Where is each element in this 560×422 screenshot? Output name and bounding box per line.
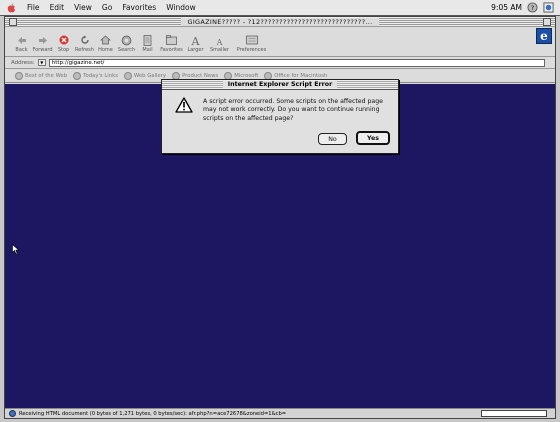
- mail-label: Mail: [142, 47, 153, 53]
- window-titlebar[interactable]: GIGAZINE????? - ?12?????????????????????…: [5, 17, 555, 27]
- address-input[interactable]: http://gigazine.net/: [48, 58, 545, 67]
- refresh-button[interactable]: Refresh: [74, 34, 95, 53]
- dialog-title: Internet Explorer Script Error: [222, 81, 338, 88]
- home-icon: [100, 34, 112, 46]
- progress-bar: [481, 410, 547, 417]
- smaller-text-icon: A: [214, 34, 226, 46]
- fav-best-of-the-web[interactable]: Best of the Web: [15, 71, 68, 80]
- home-button[interactable]: Home: [95, 34, 116, 53]
- svg-text:A: A: [216, 38, 223, 46]
- favorites-label: Favorites: [160, 47, 183, 53]
- window-title: GIGAZINE????? - ?12?????????????????????…: [181, 18, 379, 26]
- back-button[interactable]: Back: [11, 34, 32, 53]
- yes-button[interactable]: Yes: [356, 131, 390, 145]
- svg-text:?: ?: [531, 4, 534, 12]
- svg-text:A: A: [191, 35, 201, 46]
- fav-web-gallery[interactable]: Web Gallery: [123, 71, 167, 80]
- ie-logo-icon[interactable]: e: [536, 28, 552, 44]
- favorites-icon: [166, 34, 178, 46]
- larger-label: Larger: [187, 47, 204, 53]
- preferences-icon: [245, 34, 258, 46]
- smaller-label: Smaller: [209, 47, 230, 53]
- globe-icon: [123, 71, 132, 80]
- smaller-button[interactable]: A Smaller: [206, 34, 233, 54]
- dialog-titlebar[interactable]: Internet Explorer Script Error: [162, 80, 398, 90]
- fav-label: Microsoft: [234, 72, 259, 79]
- mouse-pointer-icon: [12, 244, 20, 255]
- fav-label: Today's Links: [83, 72, 118, 79]
- mail-button[interactable]: Mail: [137, 34, 158, 53]
- favorites-button[interactable]: Favorites: [158, 34, 185, 53]
- browser-window: GIGAZINE????? - ?12?????????????????????…: [4, 16, 556, 419]
- menu-favorites[interactable]: Favorites: [117, 3, 161, 12]
- search-button[interactable]: Search: [116, 34, 137, 53]
- mail-icon: [142, 34, 154, 46]
- dialog-message: A script error occurred. Some scripts on…: [203, 98, 383, 122]
- toolbar: Back Forward Stop Refresh Home Search Ma…: [5, 27, 555, 57]
- fav-label: Product News: [182, 72, 219, 79]
- search-icon: [121, 34, 133, 46]
- address-bar: Address: ▼ http://gigazine.net/: [5, 57, 555, 69]
- fav-label: Web Gallery: [133, 72, 167, 79]
- back-label: Back: [15, 47, 28, 53]
- address-label: Address:: [11, 59, 35, 66]
- stop-button[interactable]: Stop: [53, 34, 74, 53]
- refresh-icon: [79, 34, 91, 46]
- globe-icon: [9, 410, 16, 417]
- close-box[interactable]: [9, 18, 17, 26]
- globe-icon: [73, 71, 82, 80]
- no-button[interactable]: No: [318, 133, 347, 145]
- globe-icon: [15, 71, 23, 80]
- larger-button[interactable]: A Larger: [185, 34, 206, 54]
- search-label: Search: [117, 47, 136, 53]
- application-menu-icon[interactable]: [543, 2, 554, 13]
- stop-icon: [58, 34, 70, 46]
- menu-file[interactable]: File: [22, 3, 45, 12]
- forward-arrow-icon: [37, 34, 49, 46]
- status-bar: Receiving HTML document (0 bytes of 1,27…: [5, 408, 555, 418]
- stop-label: Stop: [57, 47, 70, 53]
- menu-edit[interactable]: Edit: [45, 3, 70, 12]
- forward-button[interactable]: Forward: [32, 34, 53, 53]
- fav-label: Office for Macintosh: [274, 72, 328, 79]
- forward-label: Forward: [32, 47, 53, 53]
- fav-todays-links[interactable]: Today's Links: [73, 71, 118, 80]
- preferences-label: Preferences: [236, 47, 267, 53]
- help-icon[interactable]: ?: [527, 2, 538, 13]
- home-label: Home: [98, 47, 113, 53]
- zoom-box[interactable]: [543, 18, 551, 26]
- preferences-button[interactable]: Preferences: [233, 34, 270, 53]
- address-dropdown-icon[interactable]: ▼: [37, 59, 46, 66]
- menu-view[interactable]: View: [69, 3, 97, 12]
- menu-go[interactable]: Go: [97, 3, 117, 12]
- script-error-dialog: Internet Explorer Script Error A script …: [161, 79, 399, 154]
- warning-icon: [175, 97, 193, 113]
- menu-window[interactable]: Window: [161, 3, 201, 12]
- larger-text-icon: A: [190, 34, 202, 46]
- fav-label: Best of the Web: [25, 72, 68, 79]
- status-text: Receiving HTML document (0 bytes of 1,27…: [19, 410, 287, 417]
- refresh-label: Refresh: [75, 47, 94, 53]
- apple-menu-icon[interactable]: [0, 3, 22, 13]
- menu-bar: File Edit View Go Favorites Window 9:05 …: [0, 0, 560, 16]
- menu-clock[interactable]: 9:05 AM: [491, 3, 522, 12]
- back-arrow-icon: [16, 34, 28, 46]
